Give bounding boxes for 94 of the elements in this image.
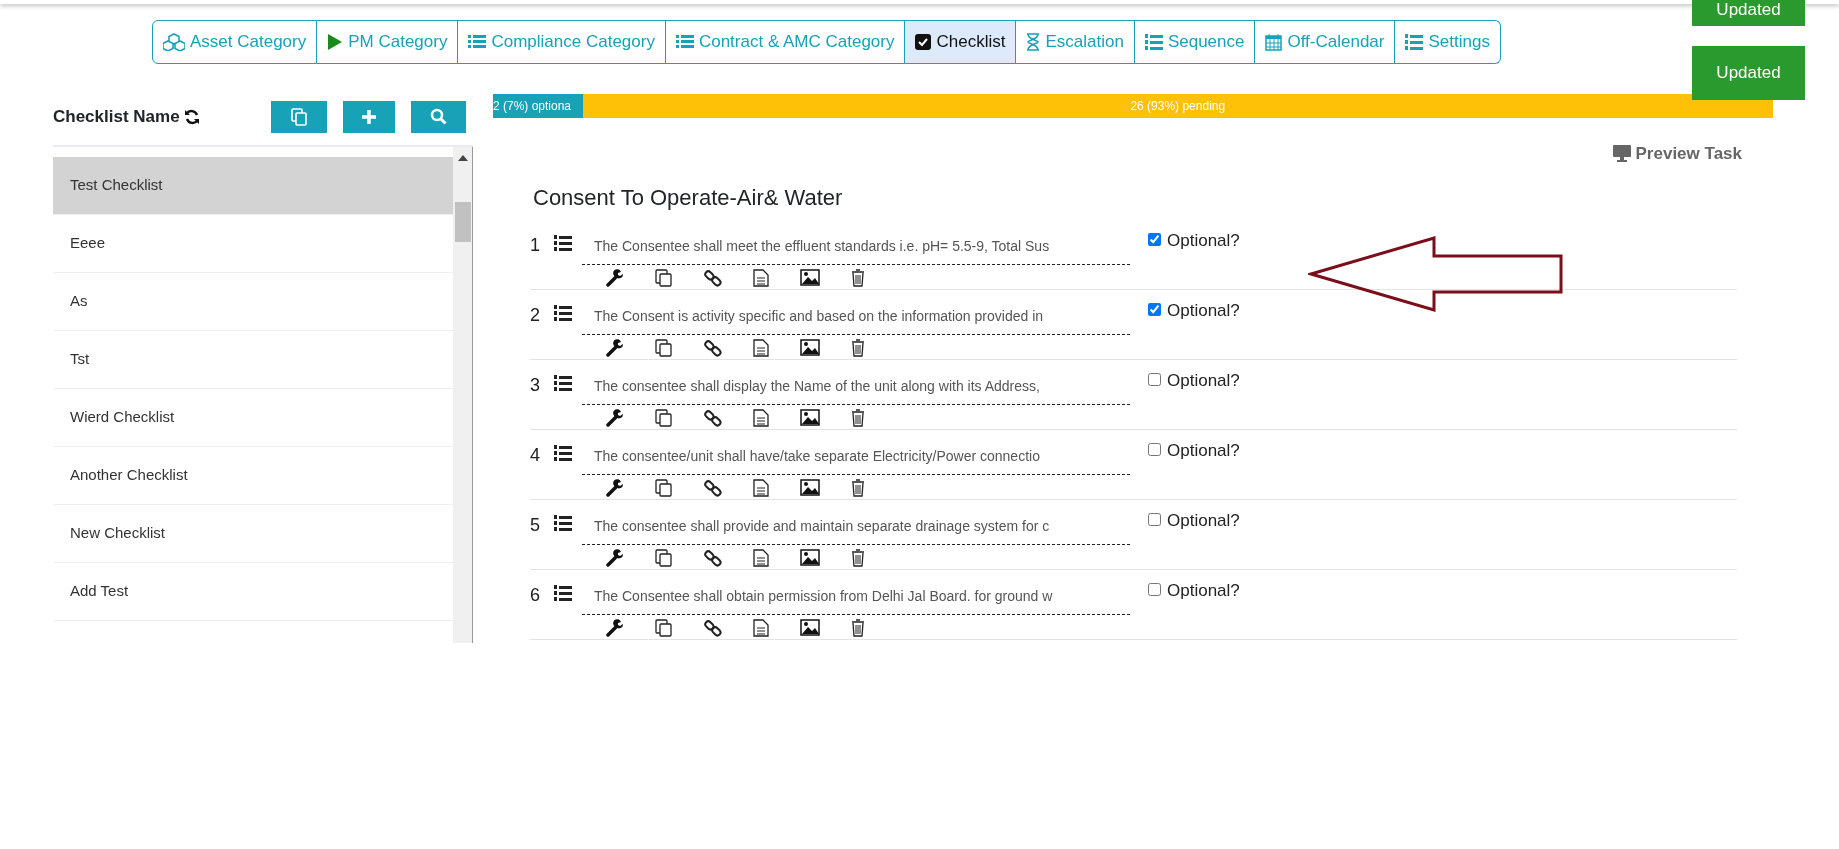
panel-title: Checklist Name: [53, 105, 180, 128]
item-number: 6: [530, 584, 541, 607]
optional-label: Optional?: [1167, 440, 1240, 462]
list-icon: [468, 33, 487, 51]
optional-label: Optional?: [1167, 370, 1240, 392]
scroll-up-icon[interactable]: [458, 154, 468, 161]
optional-label: Optional?: [1167, 230, 1240, 252]
optional-label: Optional?: [1167, 580, 1240, 602]
calendar-icon: [1265, 32, 1283, 51]
optional-checkbox[interactable]: [1148, 442, 1161, 456]
trash-icon: [851, 549, 865, 567]
checkbox-icon: [915, 33, 932, 50]
play-icon: [327, 32, 344, 51]
trash-icon: [851, 479, 865, 497]
numbered-list-icon: [1405, 32, 1424, 51]
copy-icon: [655, 619, 673, 637]
item-text-field[interactable]: The consentee shall provide and maintain separate drainage system for c: [582, 508, 1130, 545]
wrench-icon: [606, 549, 624, 567]
copy-icon: [655, 479, 673, 497]
item-text-field[interactable]: The Consent is activity specific and based on the information provided in: [582, 298, 1130, 335]
wrench-icon: [606, 619, 624, 637]
link-icon: [704, 339, 722, 357]
trash-icon: [851, 409, 865, 427]
cubes-icon: [163, 32, 185, 51]
numbered-list-icon: [554, 233, 572, 252]
notification-toast: Updated: [1692, 46, 1805, 100]
link-icon: [704, 549, 722, 567]
document-icon: [753, 619, 769, 637]
numbered-list-icon: [554, 443, 572, 462]
item-text-field[interactable]: The Consentee shall meet the effluent standards i.e. pH= 5.5-9, Total Sus: [582, 228, 1130, 265]
preview-task-link[interactable]: Preview Task: [1606, 139, 1748, 167]
trash-icon: [851, 269, 865, 287]
item-number: 2: [530, 304, 541, 327]
monitor-icon: [1612, 144, 1631, 162]
plus-icon: [361, 108, 377, 125]
image-icon: [800, 479, 820, 496]
numbered-list-icon: [554, 373, 572, 392]
numbered-list-icon: [1144, 32, 1163, 51]
copy-icon: [290, 107, 308, 126]
item-number: 4: [530, 444, 541, 467]
wrench-icon: [606, 269, 624, 287]
progress-segment: 26 (93%) pending: [582, 93, 1773, 118]
optional-checkbox[interactable]: [1148, 512, 1161, 526]
scrollbar-thumb[interactable]: [455, 201, 471, 242]
add-button[interactable]: [343, 100, 395, 133]
notification-toast: Updated: [1692, 0, 1805, 26]
image-icon: [800, 339, 820, 356]
optional-checkbox[interactable]: [1148, 232, 1161, 246]
nav-tab[interactable]: Checklist: [905, 20, 1017, 64]
search-button[interactable]: [411, 100, 466, 133]
copy-icon: [655, 409, 673, 427]
image-icon: [800, 619, 820, 636]
checklist-item[interactable]: Test Checklist: [53, 156, 453, 215]
optional-checkbox[interactable]: [1148, 302, 1161, 316]
link-icon: [704, 409, 722, 427]
refresh-icon: [183, 108, 200, 125]
numbered-list-icon: [554, 303, 572, 322]
search-icon: [430, 108, 447, 125]
numbered-list-icon: [554, 513, 572, 532]
document-icon: [753, 479, 769, 497]
list-icon: [675, 33, 694, 51]
wrench-icon: [606, 339, 624, 357]
optional-label: Optional?: [1167, 300, 1240, 322]
copy-icon: [655, 549, 673, 567]
item-text-field[interactable]: The consentee shall display the Name of the unit along with its Address,: [582, 368, 1130, 405]
document-icon: [753, 269, 769, 287]
trash-icon: [851, 339, 865, 357]
document-icon: [753, 409, 769, 427]
image-icon: [800, 549, 820, 566]
copy-button[interactable]: [271, 100, 327, 133]
section-title: Consent To Operate-Air& Water: [533, 184, 843, 212]
document-icon: [753, 339, 769, 357]
wrench-icon: [606, 409, 624, 427]
document-icon: [753, 549, 769, 567]
optional-checkbox[interactable]: [1148, 372, 1161, 386]
optional-label: Optional?: [1167, 510, 1240, 532]
link-icon: [704, 619, 722, 637]
item-number: 1: [530, 234, 541, 257]
optional-checkbox[interactable]: [1148, 582, 1161, 596]
image-icon: [800, 409, 820, 426]
image-icon: [800, 269, 820, 286]
copy-icon: [655, 339, 673, 357]
item-text-field[interactable]: The Consentee shall obtain permission from Delhi Jal Board. for ground w: [582, 578, 1130, 615]
copy-icon: [655, 269, 673, 287]
wrench-icon: [606, 479, 624, 497]
trash-icon: [851, 619, 865, 637]
numbered-list-icon: [554, 583, 572, 602]
hourglass-icon: [1026, 32, 1041, 51]
item-number: 3: [530, 374, 541, 397]
link-icon: [704, 479, 722, 497]
item-number: 5: [530, 514, 541, 537]
progress-segment: 2 (7%) optiona: [493, 93, 583, 118]
link-icon: [704, 269, 722, 287]
item-text-field[interactable]: The consentee/unit shall have/take separate Electricity/Power connectio: [582, 438, 1130, 475]
